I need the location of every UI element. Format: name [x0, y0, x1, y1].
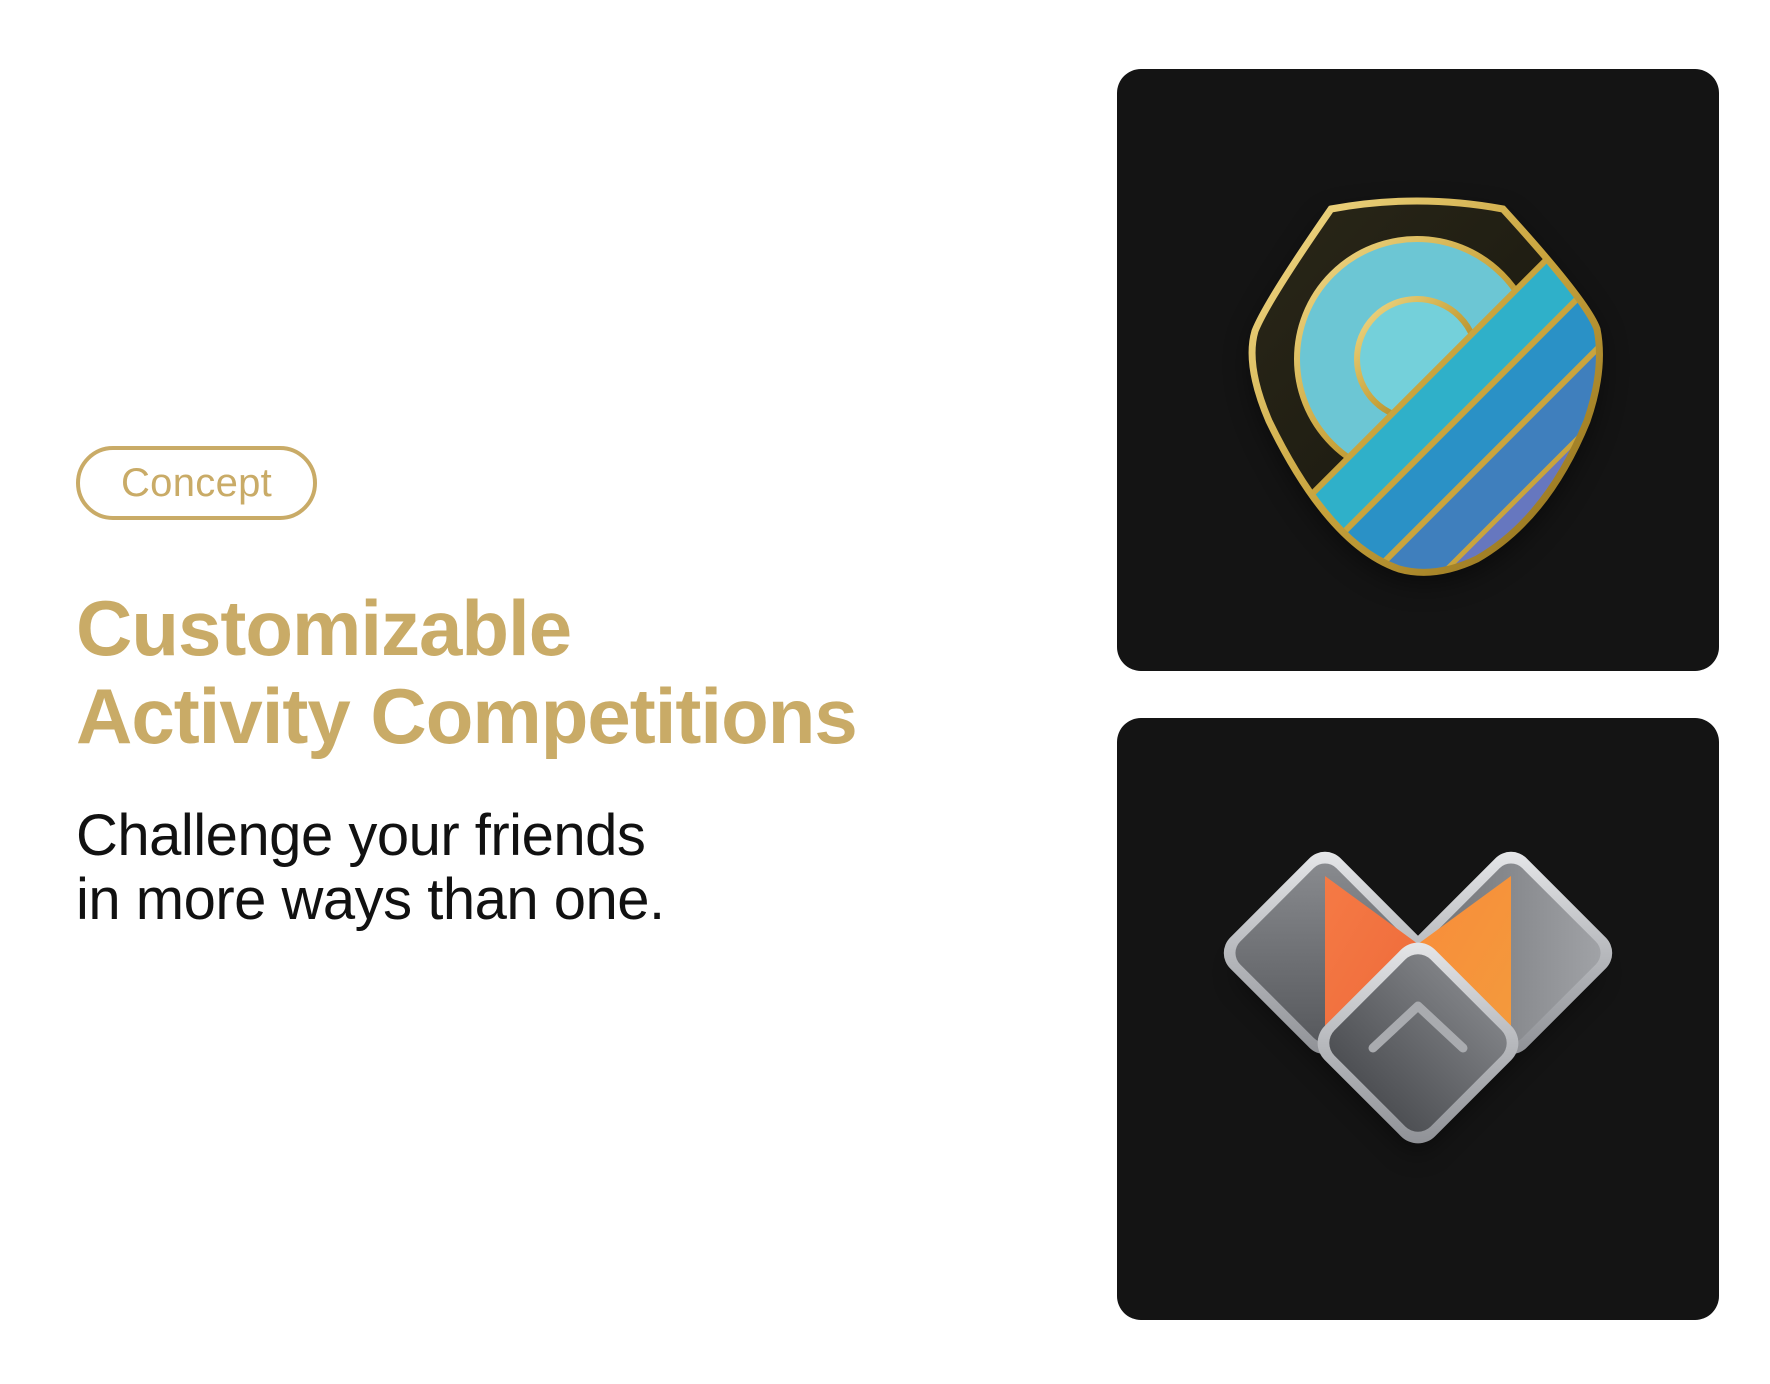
text-column: Concept Customizable Activity Competitio… [76, 446, 976, 932]
tagline-line-1: Challenge your friends [76, 803, 646, 868]
headline-line-2: Activity Competitions [76, 672, 858, 760]
heart-badge-tile [1117, 718, 1719, 1320]
headline: Customizable Activity Competitions [76, 584, 976, 760]
headline-line-1: Customizable [76, 584, 572, 672]
tagline: Challenge your friends in more ways than… [76, 804, 976, 932]
heart-chevron-badge-icon [1223, 851, 1613, 1153]
page: Concept Customizable Activity Competitio… [0, 0, 1770, 1384]
shield-badge-icon [1248, 197, 1603, 583]
tagline-line-2: in more ways than one. [76, 867, 665, 932]
shield-badge-tile [1117, 69, 1719, 671]
concept-badge: Concept [76, 446, 318, 520]
